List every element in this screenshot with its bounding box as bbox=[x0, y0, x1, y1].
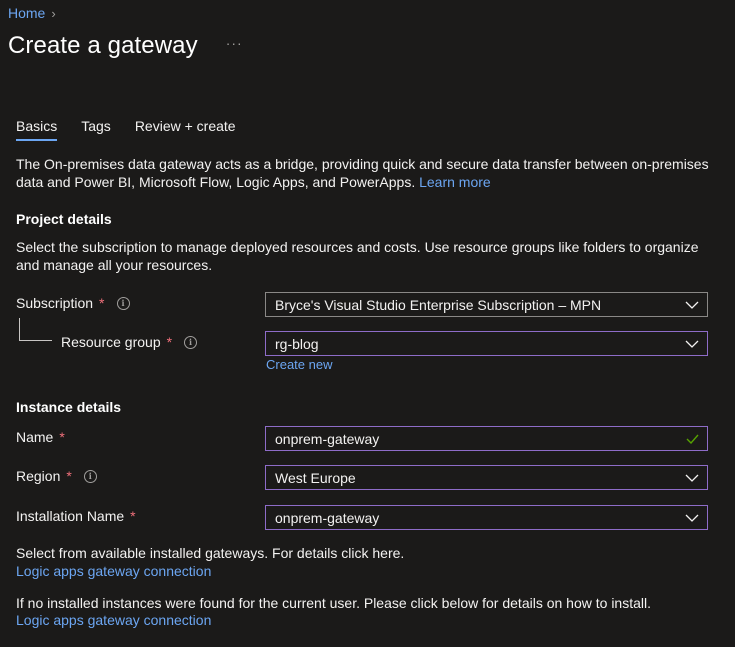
installation-name-label: Installation Name * bbox=[16, 508, 136, 524]
region-select[interactable]: West Europe bbox=[265, 465, 708, 490]
no-instances-text: If no installed instances were found for… bbox=[16, 595, 652, 611]
subscription-select[interactable]: Bryce's Visual Studio Enterprise Subscri… bbox=[265, 292, 708, 317]
name-value: onprem-gateway bbox=[275, 430, 380, 447]
intro-description: The On-premises data gateway acts as a b… bbox=[16, 155, 716, 191]
tab-bar: Basics Tags Review + create bbox=[16, 118, 236, 141]
title-row: Create a gateway ··· bbox=[8, 32, 243, 60]
subscription-label: Subscription * i bbox=[16, 295, 130, 311]
chevron-down-icon bbox=[677, 293, 707, 316]
info-icon[interactable]: i bbox=[116, 296, 130, 310]
tab-review-create[interactable]: Review + create bbox=[135, 118, 236, 140]
intro-text: The On-premises data gateway acts as a b… bbox=[16, 156, 709, 190]
region-value: West Europe bbox=[275, 469, 356, 486]
page-title: Create a gateway bbox=[8, 32, 198, 59]
required-marker: * bbox=[66, 468, 72, 484]
project-details-description: Select the subscription to manage deploy… bbox=[16, 239, 699, 273]
more-options-button[interactable]: ··· bbox=[226, 35, 243, 51]
select-gateways-text: Select from available installed gateways… bbox=[16, 545, 405, 561]
learn-more-link[interactable]: Learn more bbox=[419, 174, 491, 190]
logic-apps-gateway-link-1[interactable]: Logic apps gateway connection bbox=[16, 562, 211, 580]
resource-group-label: Resource group * i bbox=[61, 334, 198, 350]
resource-group-label-text: Resource group bbox=[61, 334, 161, 350]
checkmark-icon bbox=[677, 427, 707, 450]
name-label-text: Name bbox=[16, 429, 54, 445]
installation-name-label-text: Installation Name bbox=[16, 508, 125, 524]
create-new-link[interactable]: Create new bbox=[266, 357, 332, 372]
installation-name-value: onprem-gateway bbox=[275, 509, 380, 526]
chevron-down-icon bbox=[677, 332, 707, 355]
breadcrumb-home-link[interactable]: Home bbox=[8, 5, 45, 21]
region-label: Region * i bbox=[16, 468, 97, 484]
chevron-right-icon: › bbox=[51, 5, 56, 21]
required-marker: * bbox=[166, 334, 173, 350]
subscription-label-text: Subscription bbox=[16, 295, 94, 311]
name-input[interactable]: onprem-gateway bbox=[265, 426, 708, 451]
subscription-value: Bryce's Visual Studio Enterprise Subscri… bbox=[275, 296, 602, 313]
region-label-text: Region bbox=[16, 468, 61, 484]
installation-name-select[interactable]: onprem-gateway bbox=[265, 505, 708, 530]
name-label: Name * bbox=[16, 429, 65, 445]
info-icon[interactable]: i bbox=[184, 335, 198, 349]
chevron-down-icon bbox=[677, 466, 707, 489]
chevron-down-icon bbox=[677, 506, 707, 529]
tab-basics[interactable]: Basics bbox=[16, 118, 58, 141]
instance-details-heading: Instance details bbox=[16, 399, 122, 415]
breadcrumb: Home › bbox=[8, 5, 56, 21]
required-marker: * bbox=[99, 295, 105, 311]
project-details-heading: Project details bbox=[16, 211, 112, 227]
tab-tags[interactable]: Tags bbox=[81, 118, 111, 140]
resource-group-select[interactable]: rg-blog bbox=[265, 331, 708, 356]
required-marker: * bbox=[59, 429, 65, 445]
required-marker: * bbox=[130, 508, 136, 524]
info-icon[interactable]: i bbox=[83, 469, 97, 483]
logic-apps-gateway-link-2[interactable]: Logic apps gateway connection bbox=[16, 611, 211, 629]
resource-group-value: rg-blog bbox=[275, 335, 319, 352]
tree-connector bbox=[19, 318, 52, 341]
